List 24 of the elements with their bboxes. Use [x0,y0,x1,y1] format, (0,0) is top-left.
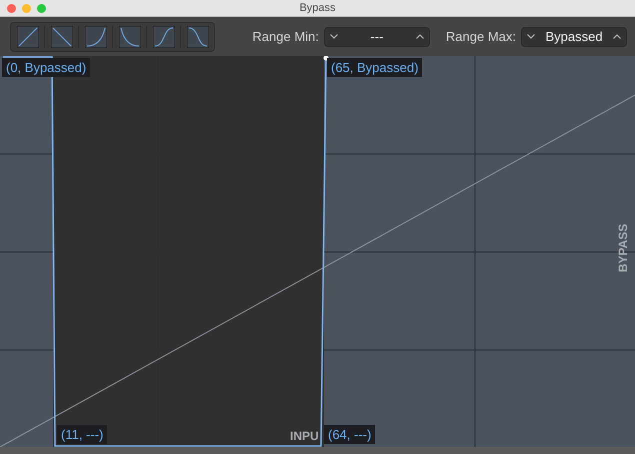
range-min-stepper[interactable]: --- [324,26,430,46]
chevron-down-icon[interactable] [527,34,535,39]
y-axis-label: BYPASS [616,224,630,272]
curve-icon [187,26,209,48]
curve-icon [17,26,39,48]
point-value-label: (11, ---) [57,425,108,444]
point-value-label: (64, ---) [324,425,376,444]
range-min-label: Range Min: [252,29,319,44]
range-max-stepper[interactable]: Bypassed [521,26,627,46]
curve-icon [85,26,107,48]
range-max-value: Bypassed [544,29,604,44]
chevron-up-icon[interactable] [613,34,621,39]
chevron-down-icon[interactable] [330,34,338,39]
x-axis-label: INPU [290,429,319,443]
point-value-label: (0, Bypassed) [2,58,90,77]
range-max-label: Range Max: [446,29,516,44]
curve-icon [153,26,175,48]
window-title: Bypass [299,2,336,14]
curve-point[interactable] [324,56,328,60]
point-value-label: (65, Bypassed) [327,58,422,77]
range-min-value: --- [369,29,384,44]
chevron-up-icon[interactable] [416,34,424,39]
curve-icon [51,26,73,48]
curve-icon [119,26,141,48]
